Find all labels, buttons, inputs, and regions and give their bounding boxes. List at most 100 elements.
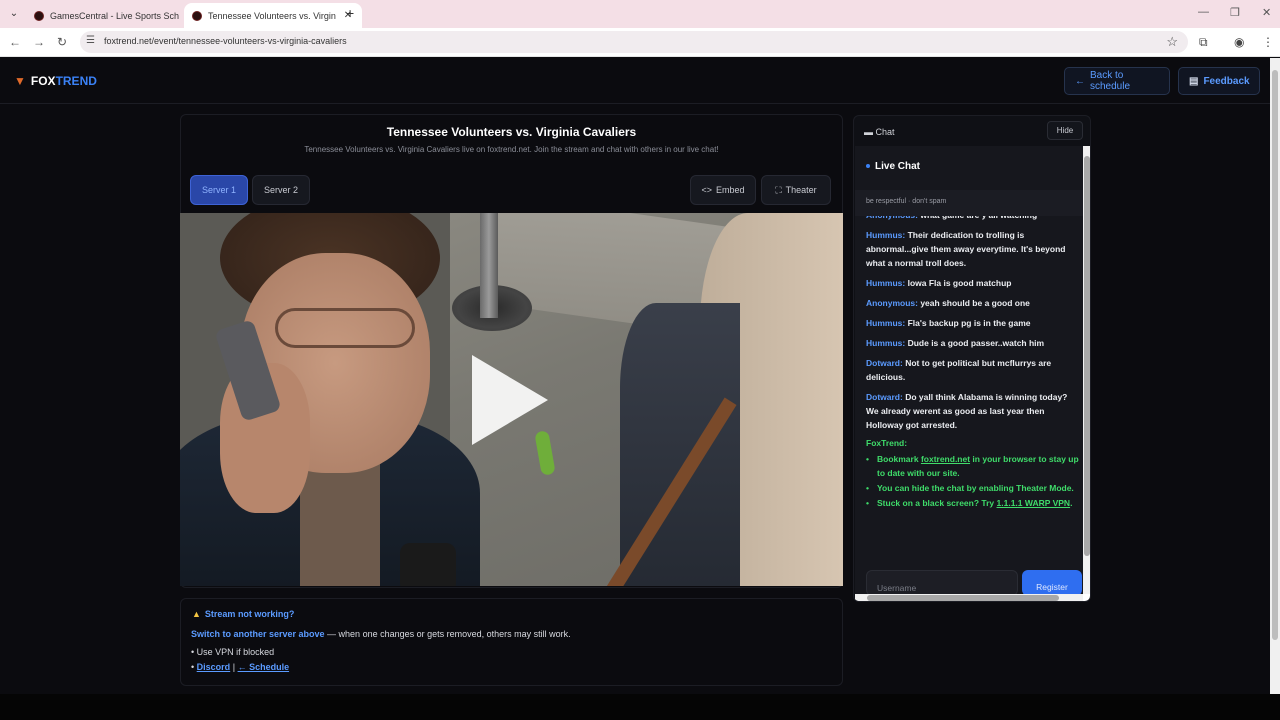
forward-arrow-icon[interactable]: → <box>33 35 45 49</box>
chat-username[interactable]: Hummus: <box>866 278 905 288</box>
warp-vpn-link[interactable]: 1.1.1.1 WARP VPN <box>997 498 1071 508</box>
url-field[interactable]: ☰ foxtrend.net/event/tennessee-volunteer… <box>80 31 1188 53</box>
window-close-icon[interactable]: ✕ <box>1262 6 1271 19</box>
chat-message: Hummus: Their dedication to trolling is … <box>866 228 1080 270</box>
video-frame <box>400 543 456 586</box>
reload-icon[interactable]: ↻ <box>57 35 67 49</box>
logo-text-fox: FOX <box>30 74 56 88</box>
back-to-schedule-button[interactable]: ← Back to schedule <box>1064 67 1170 95</box>
extensions-icon[interactable]: ⧉ <box>1199 35 1208 50</box>
video-frame <box>480 213 498 318</box>
register-button[interactable]: Register <box>1022 570 1082 594</box>
discord-link[interactable]: Discord <box>197 662 231 672</box>
menu-icon[interactable]: ⋮ <box>1262 35 1274 49</box>
chat-text: yeah should be a good one <box>920 298 1030 308</box>
page-scrollbar[interactable] <box>1270 58 1280 694</box>
schedule-link[interactable]: ← Schedule <box>238 662 290 672</box>
site-favicon-icon <box>34 10 44 21</box>
chat-message: Hummus: Iowa Fla is good matchup <box>866 276 1080 290</box>
back-to-schedule-label: Back to schedule <box>1090 70 1131 92</box>
chat-message: Dotward: Not to get political but mcflur… <box>866 356 1080 384</box>
logo-text-trend: TREND <box>55 74 97 88</box>
chat-username[interactable]: Anonymous: <box>866 298 918 308</box>
chat-username[interactable]: Dotward: <box>866 392 903 402</box>
profile-icon[interactable]: ◉ <box>1234 35 1244 49</box>
tip-item: You can hide the chat by enabling Theate… <box>866 481 1080 495</box>
site-header: ▼ FOX TREND ← Back to schedule ▤ Feedback <box>0 58 1270 104</box>
new-tab-icon[interactable]: + <box>346 5 354 21</box>
minimize-icon[interactable]: — <box>1198 6 1209 18</box>
switch-server-link[interactable]: Switch to another server above <box>191 629 325 639</box>
foxtrend-system-label: FoxTrend: <box>866 438 908 448</box>
chat-icon: ▬ <box>864 127 873 137</box>
warning-icon: ▲ <box>192 609 201 619</box>
chat-frame: Anonymous: what game are y'all watching … <box>855 146 1090 601</box>
links-line: • Discord | ← Schedule <box>191 662 289 672</box>
switch-server-text: — when one changes or gets removed, othe… <box>324 629 571 639</box>
chat-username[interactable]: Hummus: <box>866 338 905 348</box>
chat-toolbar: ▬ Chat Hide <box>854 116 1090 146</box>
chat-messages[interactable]: Anonymous: what game are y'all watching … <box>866 208 1080 511</box>
chat-horizontal-scrollbar[interactable] <box>855 594 1083 601</box>
play-icon[interactable] <box>472 355 548 445</box>
chat-vertical-scrollbar[interactable] <box>1083 146 1090 594</box>
stream-help-title: Stream not working? <box>204 609 295 619</box>
chat-text: Dude is a good passer..watch him <box>907 338 1045 348</box>
live-chat-title: Live Chat <box>866 161 920 172</box>
fox-logo-icon: ▼ <box>14 74 26 88</box>
chat-username[interactable]: Dotward: <box>866 358 903 368</box>
feedback-label: Feedback <box>1203 75 1250 87</box>
live-chat-title-text: Live Chat <box>875 161 921 172</box>
scrollbar-thumb[interactable] <box>867 595 1059 601</box>
address-bar: ← → ↻ ☰ foxtrend.net/event/tennessee-vol… <box>0 28 1280 57</box>
foxtrend-link[interactable]: foxtrend.net <box>921 454 970 464</box>
server-2-button[interactable]: Server 2 <box>252 175 310 205</box>
back-arrow-icon[interactable]: ← <box>9 35 21 49</box>
server-1-label: Server 1 <box>201 185 236 195</box>
bullet: • <box>191 662 195 672</box>
theater-button[interactable]: ⛶ Theater <box>761 175 831 205</box>
url-text[interactable]: foxtrend.net/event/tennessee-volunteers-… <box>104 36 347 46</box>
browser-tab-gamescentral[interactable]: GamesCentral - Live Sports Sch ✕ <box>26 3 204 28</box>
chat-login-form: Username Register <box>855 566 1083 594</box>
site-logo[interactable]: ▼ FOX TREND <box>14 74 97 88</box>
server-1-button[interactable]: Server 1 <box>190 175 248 205</box>
bookmark-star-icon[interactable]: ☆ <box>1166 34 1178 50</box>
foxtrend-tips: Bookmark foxtrend.net in your browser to… <box>866 452 1080 510</box>
scrollbar-thumb[interactable] <box>1084 156 1090 556</box>
browser-tab-event[interactable]: Tennessee Volunteers vs. Virgin ✕ <box>184 3 362 28</box>
embed-button[interactable]: <> Embed <box>690 175 756 205</box>
event-subtitle: Tennessee Volunteers vs. Virginia Cavali… <box>304 145 719 154</box>
browser-tab-bar: ⌄ GamesCentral - Live Sports Sch ✕ Tenne… <box>0 0 1280 28</box>
arrow-left-icon: ← <box>1075 75 1085 87</box>
scrollbar-thumb[interactable] <box>1272 70 1278 640</box>
restore-icon[interactable]: ❐ <box>1230 6 1240 19</box>
code-icon: <> <box>701 185 712 195</box>
chat-text: Iowa Fla is good matchup <box>907 278 1012 288</box>
hide-chat-button[interactable]: Hide <box>1047 121 1083 140</box>
page: ▼ FOX TREND ← Back to schedule ▤ Feedback… <box>0 58 1270 694</box>
chat-message: Hummus: Fla's backup pg is in the game <box>866 316 1080 330</box>
tip-text: Stuck on a black screen? Try <box>877 498 997 508</box>
tab-title: GamesCentral - Live Sports Sch <box>50 10 180 21</box>
theater-label: Theater <box>785 185 817 195</box>
stream-help-heading: ▲ Stream not working? <box>192 609 294 619</box>
username-input[interactable]: Username <box>866 570 1018 594</box>
live-chat-header: Live Chat be respectful · don't spam <box>855 146 1083 216</box>
event-title: Tennessee Volunteers vs. Virginia Cavali… <box>386 125 637 139</box>
feedback-button[interactable]: ▤ Feedback <box>1178 67 1260 95</box>
chat-username[interactable]: Hummus: <box>866 230 905 240</box>
separator: | <box>232 662 236 672</box>
tip-text: Bookmark <box>877 454 921 464</box>
page-bottom <box>0 694 1280 720</box>
event-header: Tennessee Volunteers vs. Virginia Cavali… <box>180 115 843 167</box>
tip-item: Stuck on a black screen? Try 1.1.1.1 WAR… <box>866 496 1080 510</box>
site-info-icon[interactable]: ☰ <box>86 35 95 46</box>
chat-username[interactable]: Hummus: <box>866 318 905 328</box>
chat-message: Hummus: Dude is a good passer..watch him <box>866 336 1080 350</box>
tab-search-icon[interactable]: ⌄ <box>6 6 22 22</box>
video-player[interactable] <box>180 213 843 586</box>
live-dot-icon <box>866 164 870 169</box>
embed-label: Embed <box>715 185 745 195</box>
stream-help-box: ▲ Stream not working? Switch to another s… <box>180 598 843 686</box>
